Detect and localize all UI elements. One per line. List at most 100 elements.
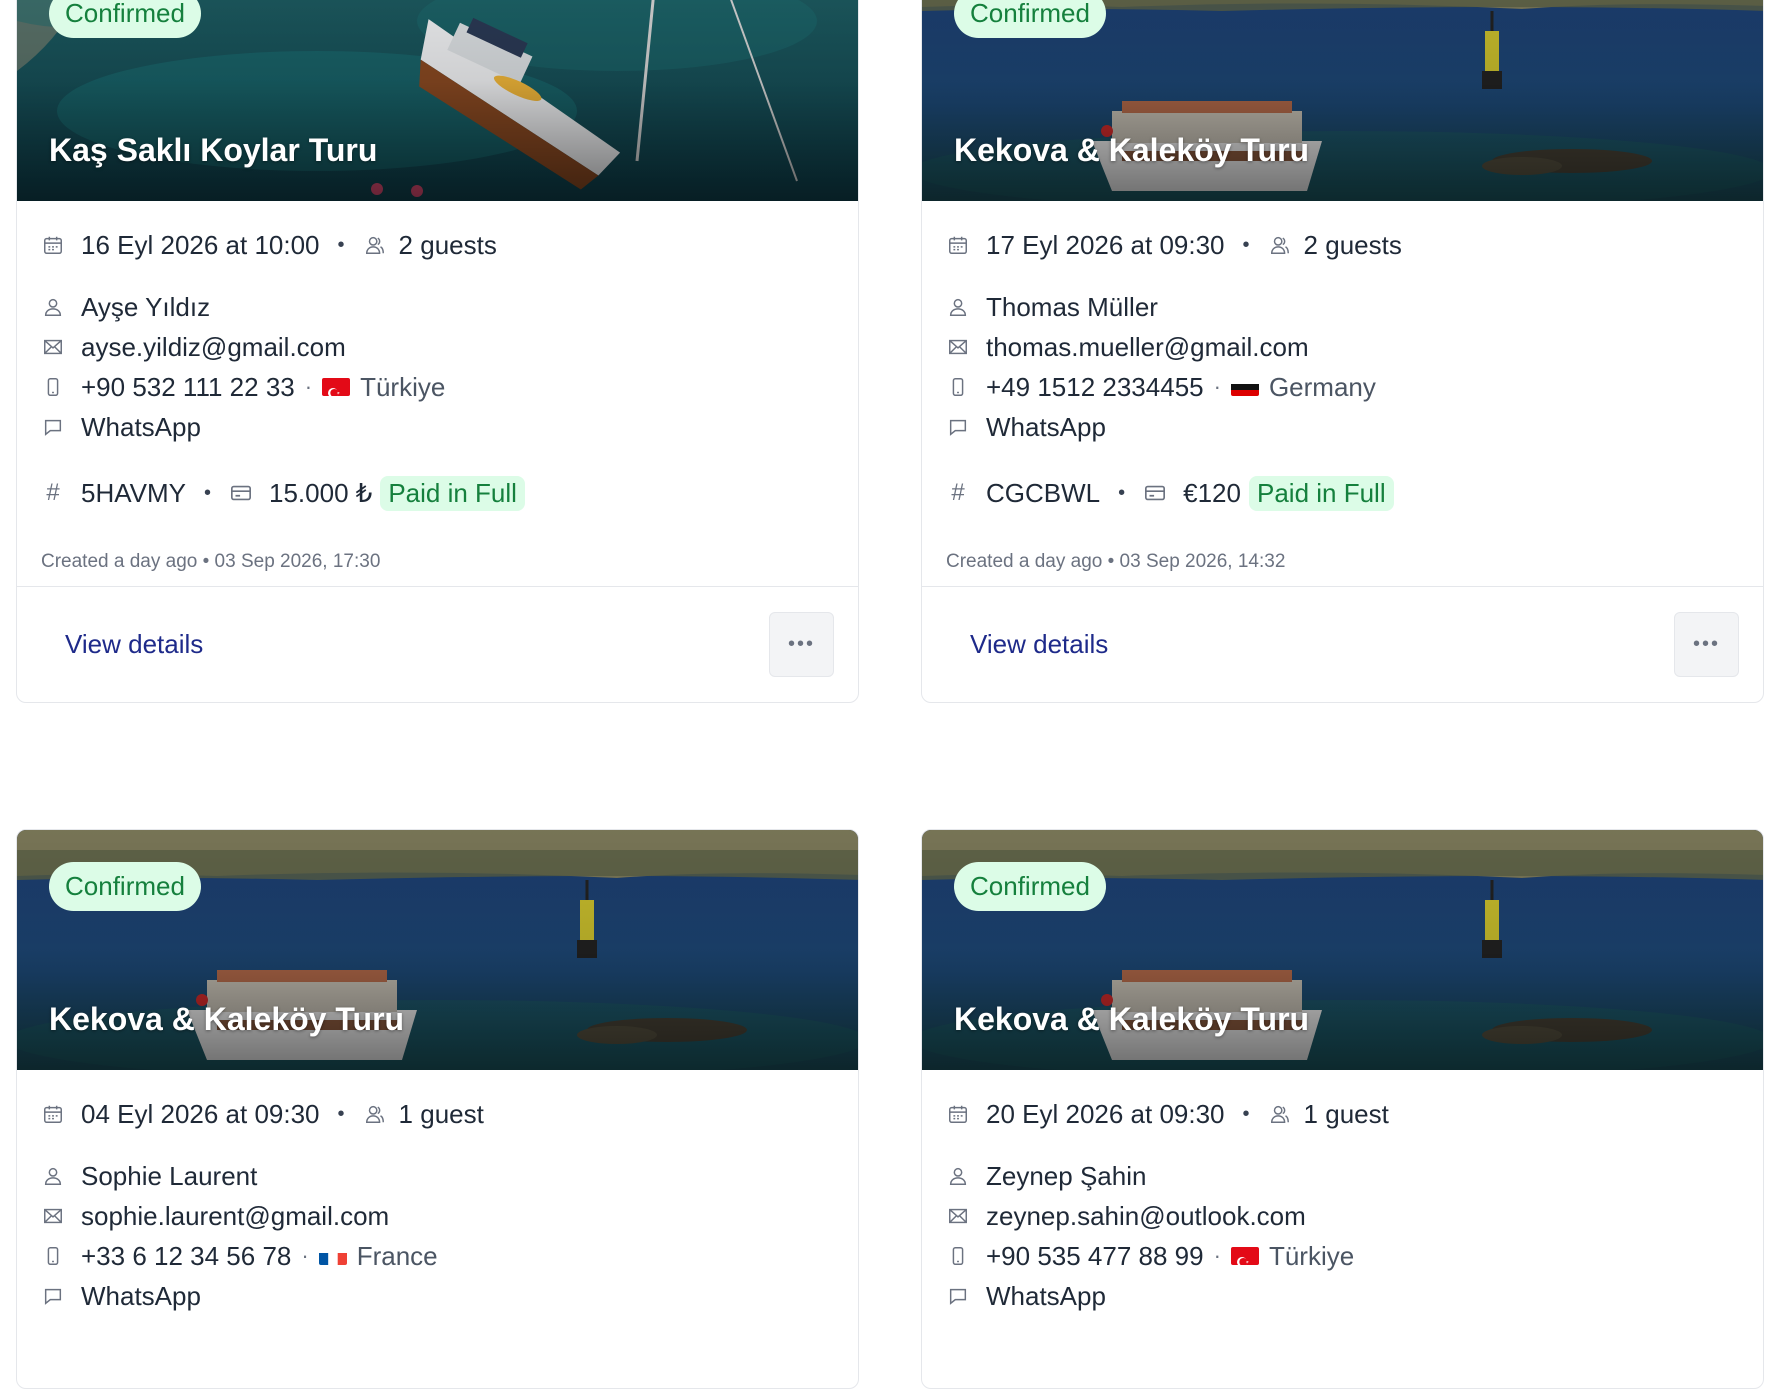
customer-name: Ayşe Yıldız [81,291,211,322]
phone-row: +33 6 12 34 56 78 · France [41,1236,834,1276]
phone-row: +90 532 111 22 33 · Türkiye [41,367,834,407]
view-details-link[interactable]: View details [970,629,1108,660]
booking-date: 20 Eyl 2026 at 09:30 [986,1098,1225,1129]
chat-icon [946,1284,970,1308]
more-icon: ••• [1692,633,1720,655]
card-footer: View details ••• [922,586,1763,702]
channel-row: WhatsApp [41,1276,834,1316]
card-body: 04 Eyl 2026 at 09:30 • 1 guest Sophie La… [17,1070,858,1316]
customer-email: ayse.yildiz@gmail.com [81,331,346,362]
customer-country: Türkiye [360,371,446,402]
customer-email: zeynep.sahin@outlook.com [986,1200,1306,1231]
customer-name-row: Ayşe Yıldız [41,287,834,327]
email-row: thomas.mueller@gmail.com [946,327,1739,367]
customer-email: sophie.laurent@gmail.com [81,1200,390,1231]
card-footer: View details ••• [17,586,858,702]
email-row: sophie.laurent@gmail.com [41,1196,834,1236]
guests-label: 2 guests [1303,229,1402,260]
customer-phone: +33 6 12 34 56 78 [81,1240,292,1271]
guest-count: 1 guest [363,1099,484,1130]
user-icon [41,295,65,319]
guest-count: 2 guests [363,230,497,261]
tour-title: Kekova & Kaleköy Turu [49,1001,405,1037]
tour-title: Kaş Saklı Koylar Turu [49,132,378,168]
calendar-icon [41,233,65,257]
chat-icon [41,1284,65,1308]
phone-icon [946,375,970,399]
card-hero: Confirmed Kekova & Kaleköy Turu [922,830,1763,1070]
date-row: 20 Eyl 2026 at 09:30 • 1 guest [946,1094,1739,1134]
card-icon [1143,481,1167,505]
status-badge: Confirmed [49,0,201,38]
phone-icon [41,375,65,399]
customer-country: Germany [1268,371,1376,402]
mail-icon [946,1204,970,1228]
flag-icon-turkey [1230,1247,1259,1265]
separator-dot: • [1242,233,1250,256]
more-options-button[interactable]: ••• [769,612,834,677]
customer-phone: +49 1512 2334455 [986,371,1204,402]
user-icon [41,1164,65,1188]
contact-block: Sophie Laurent sophie.laurent@gmail.com … [41,1156,834,1316]
user-icon [946,295,970,319]
payment-status-badge: Paid in Full [1248,475,1394,511]
customer-phone: +90 535 477 88 99 [986,1240,1204,1271]
hash-icon: # [951,479,965,506]
card-body: 20 Eyl 2026 at 09:30 • 1 guest Zeynep Şa… [922,1070,1763,1316]
calendar-icon [41,1102,65,1126]
email-row: zeynep.sahin@outlook.com [946,1196,1739,1236]
status-badge: Confirmed [954,0,1106,38]
separator-dot: · [301,1243,309,1268]
card-body: 16 Eyl 2026 at 10:00 • 2 guests Ayşe Yıl… [17,201,858,573]
channel-row: WhatsApp [946,1276,1739,1316]
payment-row: # 5HAVMY • 15.000 ₺ Paid in Full [41,473,834,513]
calendar-icon [946,233,970,257]
booking-card: Confirmed Kekova & Kaleköy Turu 04 Eyl 2… [16,829,859,1389]
more-icon: ••• [787,633,815,655]
payment-row: # CGCBWL • €120 Paid in Full [946,473,1739,513]
user-icon [946,1164,970,1188]
payment-amount: 15.000 ₺ [269,477,373,508]
flag-icon-france [318,1247,347,1265]
guests-label: 1 guest [398,1098,484,1129]
phone-row: +49 1512 2334455 · Germany [946,367,1739,407]
separator-dot: · [1213,1243,1221,1268]
customer-phone: +90 532 111 22 33 [81,371,295,402]
guests-icon [1268,233,1292,257]
created-timestamp: Created a day ago • 03 Sep 2026, 17:30 [41,551,381,572]
booking-reference: 5HAVMY [81,477,186,508]
customer-name: Sophie Laurent [81,1160,258,1191]
date-row: 17 Eyl 2026 at 09:30 • 2 guests [946,225,1739,265]
guest-count: 1 guest [1268,1099,1389,1130]
separator-dot: • [204,481,212,504]
view-details-link[interactable]: View details [65,629,203,660]
mail-icon [41,335,65,359]
booking-card: Confirmed Kaş Saklı Koylar Turu 16 Eyl 2… [16,0,859,703]
mail-icon [41,1204,65,1228]
calendar-icon [946,1102,970,1126]
created-timestamp: Created a day ago • 03 Sep 2026, 14:32 [946,551,1286,572]
card-hero: Confirmed Kekova & Kaleköy Turu [922,0,1763,201]
status-badge: Confirmed [954,862,1106,911]
channel-row: WhatsApp [946,407,1739,447]
customer-name: Thomas Müller [986,291,1158,322]
separator-dot: • [337,233,345,256]
hash-icon: # [46,479,60,506]
booking-card: Confirmed Kekova & Kaleköy Turu 20 Eyl 2… [921,829,1764,1389]
phone-icon [946,1244,970,1268]
more-options-button[interactable]: ••• [1674,612,1739,677]
booking-reference: CGCBWL [986,477,1101,508]
email-row: ayse.yildiz@gmail.com [41,327,834,367]
separator-dot: • [337,1102,345,1125]
contact-channel: WhatsApp [986,1280,1106,1311]
phone-icon [41,1244,65,1268]
booking-date: 04 Eyl 2026 at 09:30 [81,1098,320,1129]
phone-row: +90 535 477 88 99 · Türkiye [946,1236,1739,1276]
date-row: 04 Eyl 2026 at 09:30 • 1 guest [41,1094,834,1134]
booking-date: 17 Eyl 2026 at 09:30 [986,229,1225,260]
customer-email: thomas.mueller@gmail.com [986,331,1309,362]
separator-dot: • [1118,481,1126,504]
separator-dot: • [1242,1102,1250,1125]
card-icon [229,481,253,505]
tour-title: Kekova & Kaleköy Turu [954,132,1310,168]
